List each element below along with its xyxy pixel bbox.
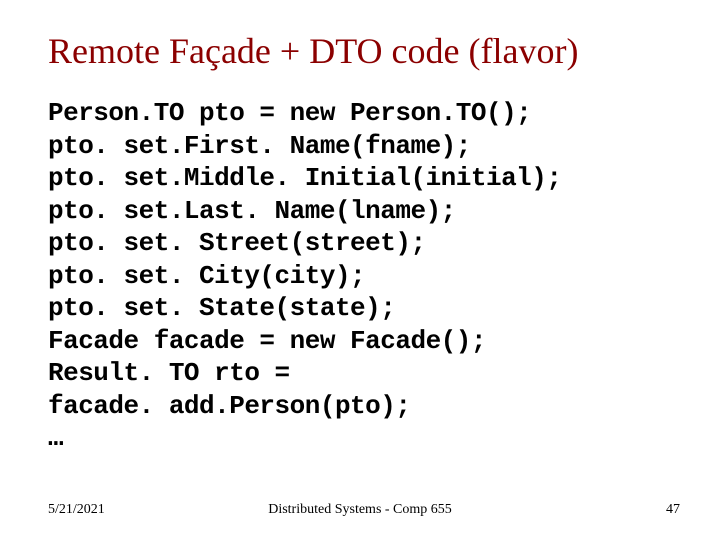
footer-page-number: 47 (666, 502, 680, 518)
code-line: Person.TO pto = new Person.TO(); (48, 97, 680, 130)
slide: Remote Façade + DTO code (flavor) Person… (0, 0, 720, 540)
footer-course: Distributed Systems - Comp 655 (0, 502, 720, 518)
code-line: Facade facade = new Facade(); (48, 325, 680, 358)
code-block: Person.TO pto = new Person.TO(); pto. se… (48, 97, 680, 455)
code-line: … (48, 422, 680, 455)
code-line: pto. set. State(state); (48, 292, 680, 325)
slide-title: Remote Façade + DTO code (flavor) (48, 30, 680, 73)
code-line: pto. set. Street(street); (48, 227, 680, 260)
code-line: pto. set. City(city); (48, 260, 680, 293)
code-line: pto. set.Middle. Initial(initial); (48, 162, 680, 195)
code-line: pto. set.First. Name(fname); (48, 130, 680, 163)
code-line: facade. add.Person(pto); (48, 390, 680, 423)
code-line: pto. set.Last. Name(lname); (48, 195, 680, 228)
code-line: Result. TO rto = (48, 357, 680, 390)
